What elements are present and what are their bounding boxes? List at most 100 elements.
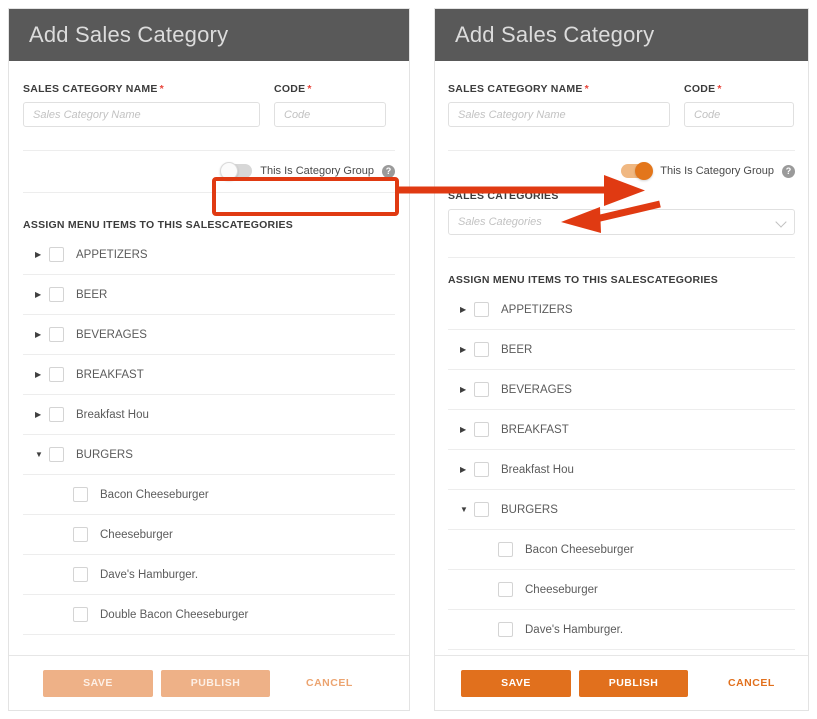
category-group-toggle-label: This Is Category Group <box>260 165 374 177</box>
page-title: Add Sales Category <box>29 22 229 47</box>
this-is-category-group-toggle-right[interactable] <box>621 162 654 180</box>
menu-item-checkbox[interactable] <box>498 622 513 637</box>
menu-item-row[interactable]: Dave's Hamburger. <box>448 610 795 650</box>
caret-right-icon[interactable]: ▶ <box>35 410 49 419</box>
sales-category-name-field-group: SALES CATEGORY NAME * <box>448 83 670 127</box>
menu-item-row[interactable]: ▶ BEER <box>448 330 795 370</box>
menu-item-row[interactable]: ▼ BURGERS <box>448 490 795 530</box>
menu-item-checkbox[interactable] <box>474 502 489 517</box>
publish-button[interactable]: PUBLISH <box>161 669 270 697</box>
menu-item-label: BURGERS <box>76 448 133 461</box>
menu-item-checkbox[interactable] <box>474 422 489 437</box>
label-text: CODE <box>684 83 716 95</box>
menu-item-row[interactable]: ▶ BEVERAGES <box>448 370 795 410</box>
save-button[interactable]: SAVE <box>43 669 153 697</box>
caret-right-icon[interactable]: ▶ <box>460 465 474 474</box>
add-sales-category-panel-right: Add Sales Category SALES CATEGORY NAME * … <box>434 8 809 711</box>
menu-item-label: Double Bacon Cheeseburger <box>100 608 249 621</box>
menu-item-label: BEER <box>501 343 533 356</box>
sales-category-name-input[interactable] <box>23 102 260 127</box>
sales-category-name-input[interactable] <box>448 102 670 127</box>
menu-item-checkbox[interactable] <box>474 302 489 317</box>
menu-item-row[interactable]: ▶ BREAKFAST <box>23 355 395 395</box>
caret-right-icon[interactable]: ▶ <box>460 305 474 314</box>
menu-item-checkbox[interactable] <box>73 567 88 582</box>
sales-categories-label: SALES CATEGORIES <box>448 190 559 202</box>
sales-categories-select[interactable] <box>448 209 795 235</box>
code-input[interactable] <box>274 102 386 127</box>
menu-item-checkbox[interactable] <box>474 342 489 357</box>
cancel-button[interactable]: CANCEL <box>306 677 353 689</box>
assign-menu-items-list: ▶ APPETIZERS ▶ BEER ▶ BEVERAGES ▶ BREAKFAST ▶ Bre… <box>23 235 395 635</box>
required-asterisk: * <box>584 83 589 95</box>
caret-right-icon[interactable]: ▶ <box>460 425 474 434</box>
menu-item-label: Bacon Cheeseburger <box>100 488 209 501</box>
menu-item-checkbox[interactable] <box>49 407 64 422</box>
menu-item-row[interactable]: ▶ Breakfast Hou <box>23 395 395 435</box>
caret-right-icon[interactable]: ▶ <box>460 345 474 354</box>
menu-item-checkbox[interactable] <box>474 382 489 397</box>
menu-item-label: BURGERS <box>501 503 558 516</box>
caret-right-icon[interactable]: ▶ <box>35 250 49 259</box>
menu-item-checkbox[interactable] <box>73 527 88 542</box>
menu-item-checkbox[interactable] <box>49 327 64 342</box>
menu-item-checkbox[interactable] <box>49 287 64 302</box>
caret-right-icon[interactable]: ▶ <box>460 385 474 394</box>
menu-item-row[interactable]: ▶ BEVERAGES <box>23 315 395 355</box>
menu-item-label: BREAKFAST <box>501 423 569 436</box>
menu-item-row[interactable]: Cheeseburger <box>448 570 795 610</box>
menu-item-row[interactable]: Bacon Cheeseburger <box>23 475 395 515</box>
code-label: CODE * <box>274 83 386 95</box>
assign-section-left: ASSIGN MENU ITEMS TO THIS SALESCATEGORIE… <box>23 219 395 635</box>
menu-item-row[interactable]: Bacon Cheeseburger <box>448 530 795 570</box>
menu-item-checkbox[interactable] <box>498 582 513 597</box>
menu-item-checkbox[interactable] <box>498 542 513 557</box>
save-button[interactable]: SAVE <box>461 669 571 697</box>
sales-category-name-field-group: SALES CATEGORY NAME * <box>23 83 260 127</box>
category-group-toggle-label: This Is Category Group <box>660 165 774 177</box>
assign-menu-items-title: ASSIGN MENU ITEMS TO THIS SALESCATEGORIE… <box>448 274 719 286</box>
this-is-category-group-toggle-left[interactable] <box>220 162 253 180</box>
caret-right-icon[interactable]: ▶ <box>35 290 49 299</box>
panel-body-right: SALES CATEGORY NAME* CODE * This Is Categ… <box>435 61 808 655</box>
menu-item-checkbox[interactable] <box>474 462 489 477</box>
menu-item-row[interactable]: Dave's Hamburger. <box>23 555 395 595</box>
sales-categories-section: SALES CATEGORIES <box>448 190 795 235</box>
menu-item-label: BEVERAGES <box>76 328 147 341</box>
menu-item-row[interactable]: ▶ APPETIZERS <box>23 235 395 275</box>
help-icon[interactable]: ? <box>782 164 795 178</box>
menu-item-row[interactable]: ▶ Breakfast Hou <box>448 450 795 490</box>
menu-item-checkbox[interactable] <box>49 247 64 262</box>
help-icon[interactable]: ? <box>382 164 395 178</box>
sales-category-name-label: SALES CATEGORY NAME * <box>23 83 260 95</box>
panel-header-right: Add Sales Category <box>435 9 808 61</box>
menu-item-row[interactable]: ▶ BEER <box>23 275 395 315</box>
menu-item-checkbox[interactable] <box>73 607 88 622</box>
menu-item-checkbox[interactable] <box>49 447 64 462</box>
menu-item-label: Dave's Hamburger. <box>525 623 624 636</box>
screenshot-stage: Add Sales Category SALES CATEGORY NAME * … <box>0 0 817 719</box>
menu-item-row[interactable]: ▶ APPETIZERS <box>448 290 795 330</box>
menu-item-row[interactable]: Cheeseburger <box>23 515 395 555</box>
caret-down-icon[interactable]: ▼ <box>460 505 474 514</box>
menu-item-row[interactable]: ▼ BURGERS <box>23 435 395 475</box>
cancel-button[interactable]: CANCEL <box>728 677 775 689</box>
code-input[interactable] <box>684 102 794 127</box>
sales-category-name-label: SALES CATEGORY NAME * <box>448 83 670 95</box>
menu-item-row[interactable]: Double Bacon Cheeseburger <box>23 595 395 635</box>
menu-item-checkbox[interactable] <box>49 367 64 382</box>
publish-button[interactable]: PUBLISH <box>579 669 688 697</box>
code-field-group: CODE * <box>274 83 386 127</box>
add-sales-category-panel-left: Add Sales Category SALES CATEGORY NAME * … <box>8 8 410 711</box>
caret-down-icon[interactable]: ▼ <box>35 450 49 459</box>
menu-item-label: APPETIZERS <box>76 248 148 261</box>
panel-body-left: SALES CATEGORY NAME* CODE* This Is Categ… <box>9 61 409 655</box>
menu-item-label: BREAKFAST <box>76 368 144 381</box>
caret-right-icon[interactable]: ▶ <box>35 370 49 379</box>
assign-menu-items-title: ASSIGN MENU ITEMS TO THIS SALESCATEGORIE… <box>23 219 294 231</box>
form-field-row-left: SALES CATEGORY NAME* CODE* <box>23 61 395 127</box>
menu-item-row[interactable]: ▶ BREAKFAST <box>448 410 795 450</box>
form-divider <box>23 150 395 151</box>
menu-item-checkbox[interactable] <box>73 487 88 502</box>
caret-right-icon[interactable]: ▶ <box>35 330 49 339</box>
